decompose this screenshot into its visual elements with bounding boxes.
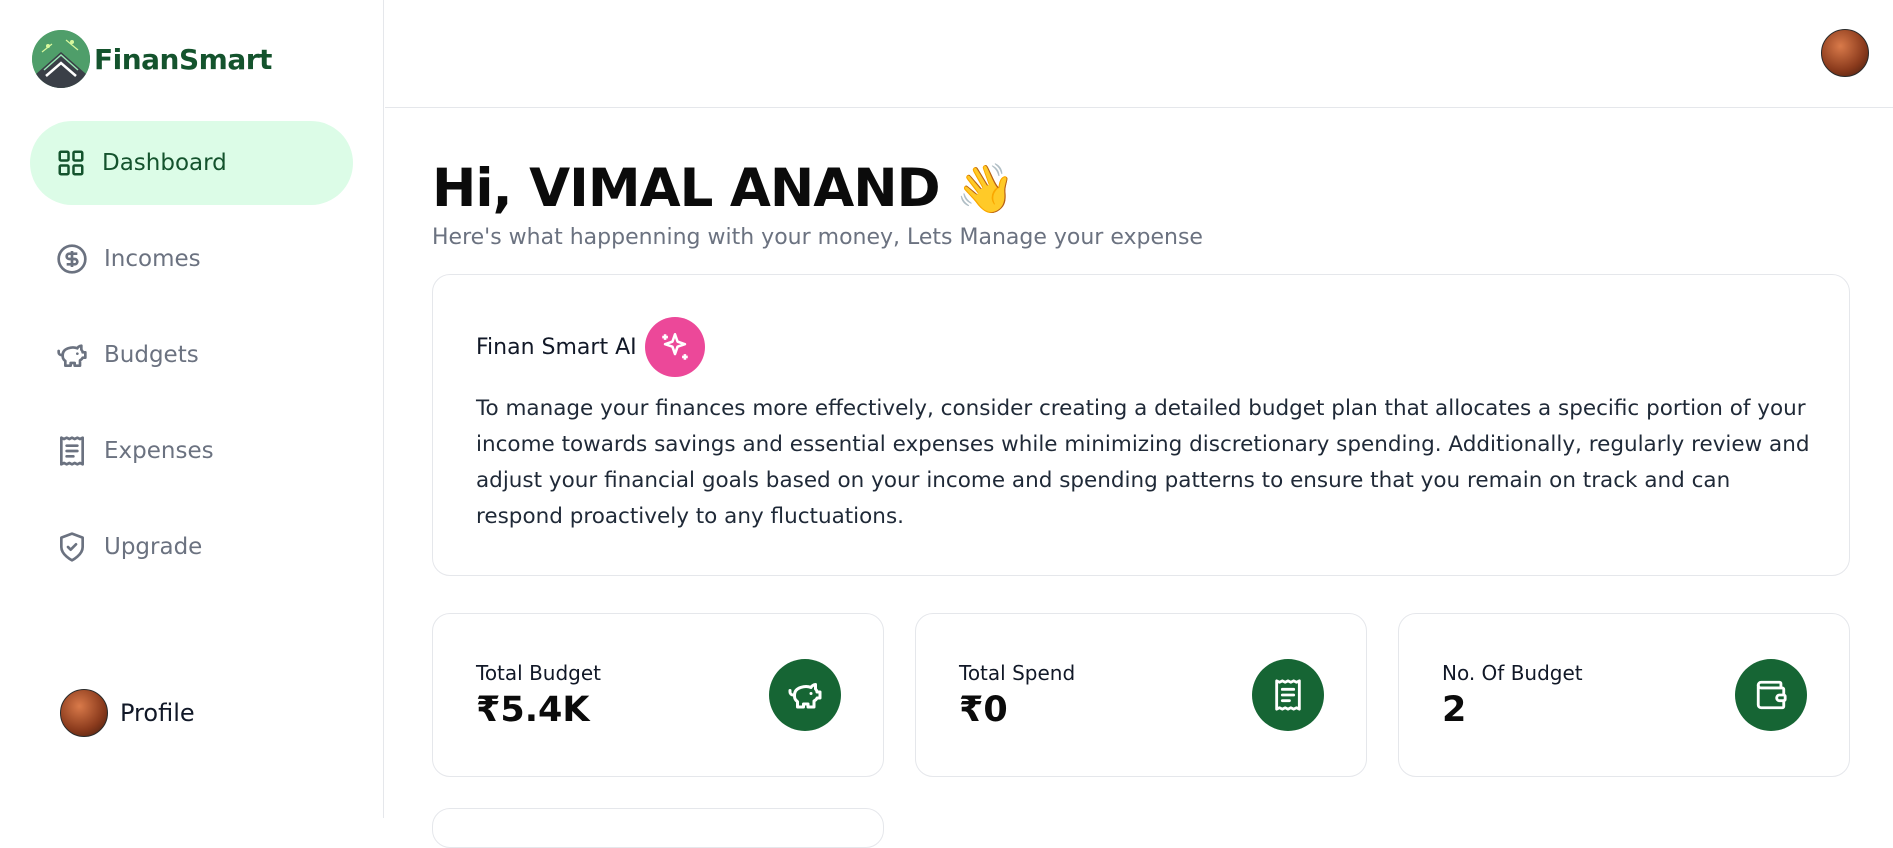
sidebar-item-label: Upgrade: [104, 534, 203, 560]
dashboard-grid-icon: [58, 150, 84, 176]
app-logo[interactable]: FinanSmart: [32, 30, 272, 88]
sidebar-nav: Dashboard Incomes Budgets Expenses Upgra…: [30, 121, 353, 601]
sidebar-item-upgrade[interactable]: Upgrade: [30, 505, 353, 589]
top-bar: [385, 0, 1893, 108]
page-subtitle: Here's what happenning with your money, …: [432, 225, 1203, 250]
stat-card-total-budget: Total Budget ₹5.4K: [432, 613, 884, 777]
stat-label: Total Spend: [959, 661, 1076, 685]
ai-card-message: To manage your finances more effectively…: [476, 396, 1810, 529]
dollar-circle-icon: [57, 244, 87, 274]
stat-card-total-spend: Total Spend ₹0: [915, 613, 1367, 777]
sidebar-item-label: Budgets: [104, 342, 199, 368]
sidebar-item-incomes[interactable]: Incomes: [30, 217, 353, 301]
greeting-row: Hi, VIMAL ANAND 👋: [432, 158, 1850, 219]
user-avatar[interactable]: [1821, 29, 1869, 77]
dashboard-main: Hi, VIMAL ANAND 👋 Here's what happenning…: [432, 108, 1850, 777]
sparkles-icon: [644, 317, 705, 377]
avatar: [60, 689, 108, 737]
sidebar-item-expenses[interactable]: Expenses: [30, 409, 353, 493]
wallet-icon: [1735, 659, 1807, 731]
stat-value: ₹0: [959, 690, 1008, 730]
app-name: FinanSmart: [94, 42, 272, 76]
ai-advice-card: Finan Smart AI To manage your finances m…: [432, 274, 1850, 576]
shield-check-icon: [60, 532, 84, 562]
stat-value: ₹5.4K: [476, 690, 590, 730]
piggy-bank-icon: [57, 344, 87, 367]
profile-label: Profile: [120, 699, 195, 727]
budget-card-partial[interactable]: [432, 808, 884, 848]
logo-icon: [32, 30, 90, 88]
stat-card-number-of-budget: No. Of Budget 2: [1398, 613, 1850, 777]
profile-button[interactable]: Profile: [60, 689, 195, 737]
stat-value: 2: [1442, 690, 1467, 730]
receipt-icon: [60, 436, 84, 466]
sidebar-item-label: Incomes: [104, 246, 201, 272]
wave-emoji-icon: 👋: [955, 161, 1016, 217]
sidebar-item-budgets[interactable]: Budgets: [30, 313, 353, 397]
sidebar-item-dashboard[interactable]: Dashboard: [30, 121, 353, 205]
stats-row: Total Budget ₹5.4K Total Spend ₹0 No. Of…: [432, 613, 1850, 777]
sidebar-item-label: Dashboard: [102, 150, 227, 176]
page-title: Hi, VIMAL ANAND: [432, 158, 941, 219]
ai-card-header: Finan Smart AI: [476, 317, 1807, 377]
sidebar-item-label: Expenses: [104, 438, 214, 464]
ai-card-title: Finan Smart AI: [476, 334, 637, 360]
stat-label: Total Budget: [476, 661, 601, 685]
sidebar: FinanSmart Dashboard Incomes Budgets Exp…: [0, 0, 384, 818]
stat-label: No. Of Budget: [1442, 661, 1583, 685]
receipt-icon: [1252, 659, 1324, 731]
piggy-bank-icon: [769, 659, 841, 731]
